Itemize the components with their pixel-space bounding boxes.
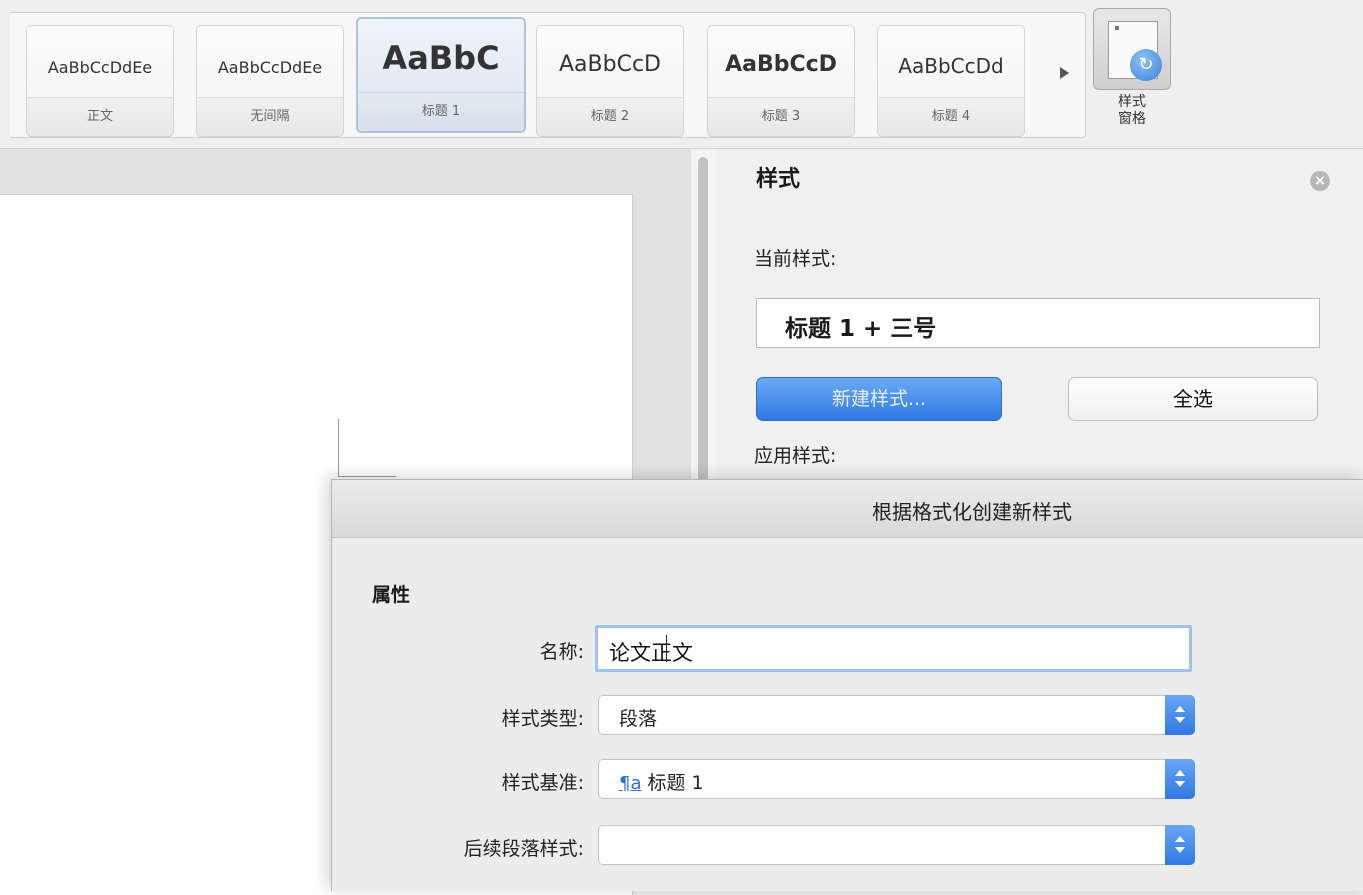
based-on-value-wrap: ¶a 标题 1 xyxy=(619,768,704,795)
scrollbar-thumb[interactable] xyxy=(698,157,708,497)
style-name-value: 论文正文 xyxy=(609,641,693,665)
style-item-heading-4[interactable]: AaBbCcDd 标题 4 xyxy=(877,25,1025,137)
properties-section-title: 属性 xyxy=(372,584,411,606)
dialog-titlebar[interactable]: 根据格式化创建新样式 xyxy=(332,480,1363,538)
style-name: 标题 1 xyxy=(358,92,524,131)
new-style-dialog: 根据格式化创建新样式 属性 名称: 论文正文 样式类型: 段落 样式基准: ¶a… xyxy=(331,479,1363,891)
style-item-heading-2[interactable]: AaBbCcD 标题 2 xyxy=(536,25,684,137)
close-icon[interactable]: × xyxy=(1310,171,1330,191)
name-label: 名称: xyxy=(539,641,584,663)
based-on-select[interactable]: ¶a 标题 1 xyxy=(598,759,1195,799)
style-sample: AaBbCcDd xyxy=(898,54,1004,78)
ribbon: AaBbCcDdEe 正文 AaBbCcDdEe 无间隔 AaBbC 标题 1 … xyxy=(0,0,1363,149)
gallery-next-arrow-icon[interactable] xyxy=(1060,67,1069,79)
next-style-select[interactable] xyxy=(598,825,1195,865)
styles-pane-label: 样式 窗格 xyxy=(1118,94,1146,127)
style-sample: AaBbCcD xyxy=(725,52,837,77)
apply-style-label: 应用样式: xyxy=(754,445,837,467)
style-type-value: 段落 xyxy=(619,708,658,730)
style-name: 标题 2 xyxy=(537,97,683,136)
style-item-no-spacing[interactable]: AaBbCcDdEe 无间隔 xyxy=(196,25,344,137)
dropdown-stepper-icon[interactable] xyxy=(1165,759,1195,799)
styles-pane-button[interactable]: ↻ 样式 窗格 xyxy=(1093,8,1171,148)
style-sample: AaBbC xyxy=(382,39,500,77)
style-name-input[interactable]: 论文正文 xyxy=(595,625,1192,672)
pane-title: 样式 xyxy=(756,167,801,192)
next-style-label: 后续段落样式: xyxy=(463,838,584,860)
current-style-box: 标题 1 + 三号 xyxy=(756,298,1320,348)
style-name: 标题 4 xyxy=(878,97,1024,136)
dropdown-stepper-icon[interactable] xyxy=(1165,825,1195,865)
select-all-button[interactable]: 全选 xyxy=(1068,377,1318,421)
style-sample: AaBbCcDdEe xyxy=(217,58,323,77)
style-type-select[interactable]: 段落 xyxy=(598,695,1195,735)
style-name: 无间隔 xyxy=(197,97,343,136)
text-caret xyxy=(666,635,667,662)
style-name: 标题 3 xyxy=(708,97,854,136)
paragraph-style-icon: ¶a xyxy=(619,773,642,794)
style-item-heading-1[interactable]: AaBbC 标题 1 xyxy=(356,17,526,133)
styles-pane-icon: ↻ xyxy=(1093,8,1171,90)
margin-corner-mark xyxy=(338,476,396,477)
style-gallery: AaBbCcDdEe 正文 AaBbCcDdEe 无间隔 AaBbC 标题 1 … xyxy=(10,12,1086,138)
style-type-label: 样式类型: xyxy=(501,708,584,730)
current-style-label: 当前样式: xyxy=(754,248,837,270)
dropdown-stepper-icon[interactable] xyxy=(1165,695,1195,735)
style-item-heading-3[interactable]: AaBbCcD 标题 3 xyxy=(707,25,855,137)
style-sample: AaBbCcD xyxy=(559,52,661,77)
dialog-title: 根据格式化创建新样式 xyxy=(872,500,1072,524)
new-style-button[interactable]: 新建样式... xyxy=(756,377,1002,421)
style-name: 正文 xyxy=(27,97,173,136)
based-on-label: 样式基准: xyxy=(501,772,584,794)
style-item-normal[interactable]: AaBbCcDdEe 正文 xyxy=(26,25,174,137)
based-on-value: 标题 1 xyxy=(647,772,704,794)
current-style-value: 标题 1 + 三号 xyxy=(785,316,937,342)
style-sample: AaBbCcDdEe xyxy=(47,58,153,77)
margin-corner-mark xyxy=(338,419,339,477)
